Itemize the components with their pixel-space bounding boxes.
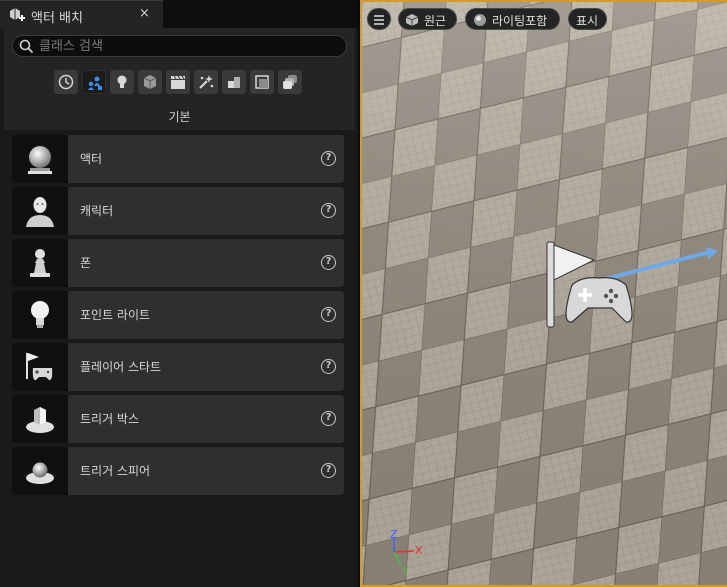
perspective-button[interactable]: 원근 [398, 8, 457, 30]
item-thumbnail [12, 395, 68, 443]
view-mode-button[interactable]: 라이팅포함 [465, 8, 560, 30]
item-label: 트리거 박스 [80, 412, 140, 426]
all-classes-icon [283, 75, 297, 89]
help-icon[interactable]: ? [321, 411, 336, 426]
point-light-icon [31, 301, 49, 328]
list-item-character[interactable]: 캐릭터 ? [12, 187, 344, 235]
place-actors-icon [10, 8, 25, 21]
perspective-cube-icon [405, 14, 419, 26]
floor-grid [362, 2, 727, 585]
panel-header: 기본 [4, 28, 355, 130]
help-icon[interactable]: ? [321, 255, 336, 270]
trigger-box-icon [26, 407, 54, 433]
volumes-icon [255, 75, 269, 89]
category-recent[interactable] [54, 70, 78, 94]
show-button[interactable]: 표시 [568, 8, 607, 30]
list-item-trigger-sphere[interactable]: 트리거 스피어 ? [12, 447, 344, 495]
item-label: 캐릭터 [80, 204, 114, 218]
search-input[interactable] [39, 37, 339, 55]
tab-bar: 액터 배치 × [0, 0, 358, 28]
item-label: 포인트 라이트 [80, 308, 151, 322]
help-icon[interactable]: ? [321, 307, 336, 322]
axis-gizmo: Z X Y [390, 530, 423, 578]
help-icon[interactable]: ? [321, 151, 336, 166]
axis-x-label: X [415, 544, 423, 557]
item-label: 폰 [80, 256, 92, 270]
item-label: 액터 [80, 152, 103, 166]
item-label: 플레이어 스타트 [80, 360, 162, 374]
search-icon [19, 39, 34, 54]
actor-sphere-icon [28, 146, 52, 174]
viewport-menu-button[interactable] [367, 8, 391, 30]
lit-sphere-icon [474, 14, 486, 26]
perspective-label: 원근 [424, 14, 447, 28]
item-thumbnail [12, 239, 68, 287]
character-icon [26, 197, 54, 227]
help-icon[interactable]: ? [321, 463, 336, 478]
trigger-sphere-icon [26, 462, 54, 484]
hamburger-icon [374, 15, 384, 25]
item-thumbnail [12, 135, 68, 183]
place-actors-panel: 액터 배치 × 클래스 검색 기본 액터 ? 캐릭터 ? 폰 ? 포인트 라이트… [0, 0, 358, 587]
help-icon[interactable]: ? [321, 203, 336, 218]
list-item-point-light[interactable]: 포인트 라이트 ? [12, 291, 344, 339]
category-geometry[interactable] [222, 70, 246, 94]
search-box[interactable] [12, 35, 347, 57]
item-thumbnail [12, 343, 68, 391]
category-basic[interactable] [82, 70, 106, 94]
close-icon[interactable]: × [139, 6, 150, 21]
item-thumbnail [12, 447, 68, 495]
list-item-player-start[interactable]: 플레이어 스타트 ? [12, 343, 344, 391]
category-visual-effects[interactable] [194, 70, 218, 94]
tab-place-actors[interactable]: 액터 배치 × [0, 0, 163, 28]
category-label: 기본 [168, 110, 191, 124]
basic-icon [88, 76, 102, 90]
shapes-icon [143, 75, 157, 89]
category-shapes[interactable] [138, 70, 162, 94]
item-label: 트리거 스피어 [80, 464, 151, 478]
geometry-icon [228, 77, 240, 88]
cinematic-icon [171, 75, 185, 89]
list-item-pawn[interactable]: 폰 ? [12, 239, 344, 287]
category-volumes[interactable] [250, 70, 274, 94]
item-thumbnail [12, 291, 68, 339]
axis-y-label: Y [401, 565, 409, 578]
category-tabs [54, 70, 302, 94]
recent-icon [58, 74, 74, 90]
list-item-actor[interactable]: 액터 ? [12, 135, 344, 183]
actor-list: 액터 ? 캐릭터 ? 폰 ? 포인트 라이트 ? 플레이어 스타트 ? 트리거 … [12, 135, 344, 499]
category-all-classes[interactable] [278, 70, 302, 94]
pawn-icon [30, 249, 50, 277]
help-icon[interactable]: ? [321, 359, 336, 374]
list-item-trigger-box[interactable]: 트리거 박스 ? [12, 395, 344, 443]
item-thumbnail [12, 187, 68, 235]
axis-z-label: Z [390, 530, 398, 541]
category-lights[interactable] [110, 70, 134, 94]
view-mode-label: 라이팅포함 [492, 14, 548, 28]
show-label: 표시 [576, 14, 599, 28]
player-start-icon [26, 353, 53, 381]
lights-icon [117, 75, 127, 88]
level-viewport[interactable]: 원근 라이팅포함 표시 Z X Y [360, 0, 727, 587]
visual-effects-icon [199, 75, 214, 89]
tab-title: 액터 배치 [31, 11, 83, 26]
category-cinematic[interactable] [166, 70, 190, 94]
